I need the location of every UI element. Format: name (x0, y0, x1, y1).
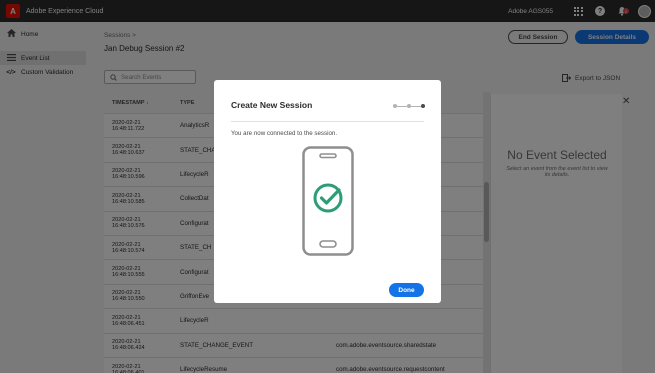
dialog-divider (231, 121, 424, 122)
step-dot-active (421, 104, 425, 108)
dialog-title: Create New Session (231, 100, 313, 110)
phone-connected-icon (302, 146, 354, 258)
dialog-message: You are now connected to the session. (231, 130, 338, 137)
create-session-dialog: Create New Session You are now connected… (214, 80, 441, 303)
done-button[interactable]: Done (389, 283, 424, 297)
step-indicator (393, 104, 425, 108)
